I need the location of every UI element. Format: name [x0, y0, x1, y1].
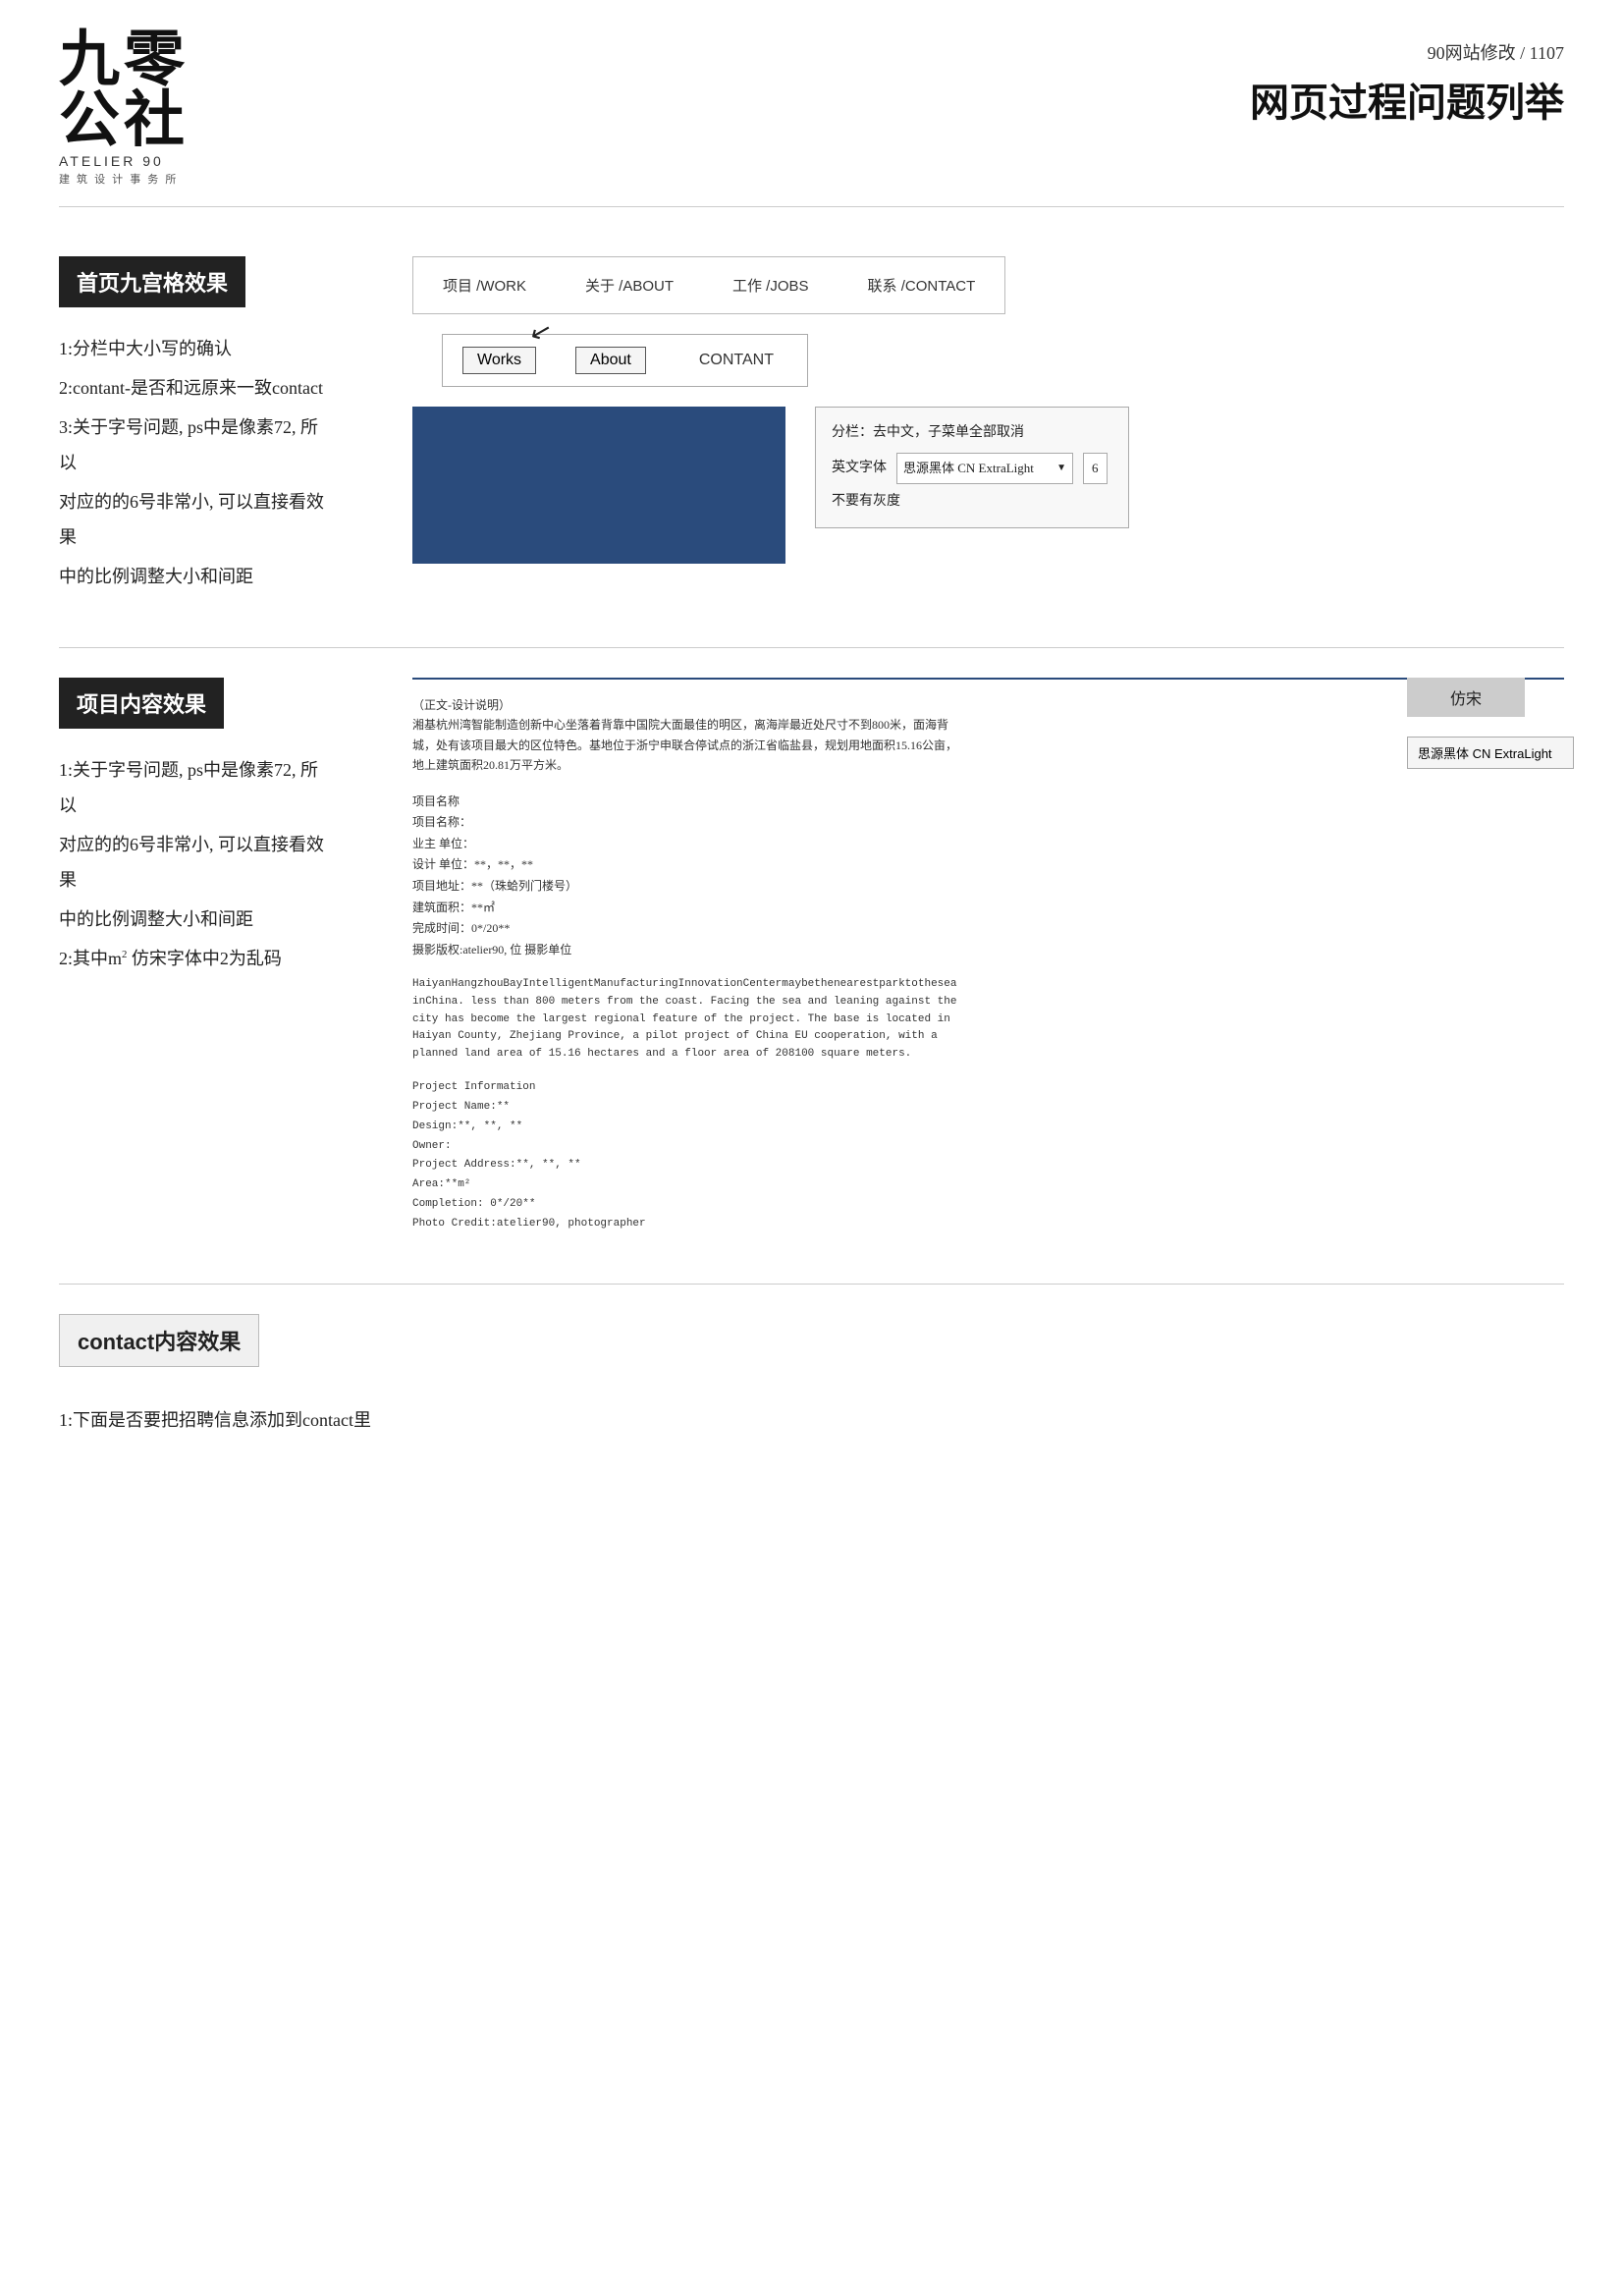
- section1-label-area: 首页九宫格效果 1:分栏中大小写的确认 2:contant-是否和远原来一致co…: [59, 256, 334, 598]
- section2-label-box: 项目内容效果: [59, 678, 224, 729]
- logo-line2: 公社: [59, 90, 189, 151]
- note1-1: 1:分栏中大小写的确认: [59, 331, 334, 366]
- annotation-box: 分栏：去中文，子菜单全部取消 英文字体 思源黑体 CN ExtraLight ▼…: [815, 407, 1129, 528]
- nav-item-contact: 联系 /CONTACT: [868, 275, 976, 296]
- section3-label-box: contact内容效果: [59, 1314, 259, 1367]
- nav-item-about: 关于 /ABOUT: [585, 275, 674, 296]
- section3-note: 1:下面是否要把招聘信息添加到contact里: [59, 1406, 1564, 1432]
- font-select-box[interactable]: 思源黑体 CN ExtraLight ▼: [896, 453, 1073, 484]
- header-subtitle: 90网站修改 / 1107: [1250, 39, 1564, 65]
- note2-3: 中的比例调整大小和间距: [59, 902, 334, 937]
- blue-rect: [412, 407, 785, 564]
- side-font-label: 思源黑体 CN ExtraLight: [1407, 737, 1574, 769]
- header: 九零 公社 ATELIER 90 建 筑 设 计 事 务 所 90网站修改 / …: [0, 0, 1623, 206]
- annotation-line2: 英文字体: [832, 455, 887, 482]
- section1-notes: 1:分栏中大小写的确认 2:contant-是否和远原来一致contact 3:…: [59, 331, 334, 594]
- section2-notes: 1:关于字号问题, ps中是像素72, 所以 对应的的6号非常小, 可以直接看效…: [59, 752, 334, 976]
- header-right: 90网站修改 / 1107 网页过程问题列举: [1250, 29, 1564, 128]
- section3-wrapper: contact内容效果 1:下面是否要把招聘信息添加到contact里: [0, 1285, 1623, 1491]
- section2-content: （正文-设计说明） 湘基杭州湾智能制造创新中心坐落着背靠中国院大面最佳的明区，离…: [412, 678, 1564, 1234]
- note1-3: 3:关于字号问题, ps中是像素72, 所以: [59, 410, 334, 480]
- mockup-row: 分栏：去中文，子菜单全部取消 英文字体 思源黑体 CN ExtraLight ▼…: [412, 407, 1564, 564]
- project-cn-text: （正文-设计说明） 湘基杭州湾智能制造创新中心坐落着背靠中国院大面最佳的明区，离…: [412, 695, 962, 776]
- font-size-box[interactable]: 6: [1083, 453, 1108, 484]
- note2-2: 对应的的6号非常小, 可以直接看效果: [59, 827, 334, 898]
- nav-active-container: ↙ Works About CONTANT: [442, 334, 1564, 387]
- annotation-font-row: 英文字体 思源黑体 CN ExtraLight ▼ 6: [832, 453, 1112, 484]
- annotation-line1: 分栏：去中文，子菜单全部取消: [832, 419, 1112, 447]
- section1-wrapper: 首页九宫格效果 1:分栏中大小写的确认 2:contant-是否和远原来一致co…: [0, 207, 1623, 647]
- logo-chinese: 九零 公社: [59, 29, 189, 151]
- project-cn-info: 项目名称 项目名称： 业主 单位： 设计 单位：**，**，** 项目地址：**…: [412, 792, 1564, 961]
- nav-btn-about[interactable]: About: [575, 347, 646, 374]
- project-en-text: HaiyanHangzhouBayIntelligentManufacturin…: [412, 976, 962, 1063]
- project-top-line: [412, 678, 1564, 680]
- right-side-panel: 仿宋 思源黑体 CN ExtraLight: [1407, 678, 1574, 769]
- side-label-fangsu: 仿宋: [1407, 678, 1525, 717]
- note2-1: 1:关于字号问题, ps中是像素72, 所以: [59, 752, 334, 823]
- nav-item-work: 项目 /WORK: [443, 275, 526, 296]
- logo-subtitle: 建 筑 设 计 事 务 所: [59, 171, 178, 187]
- logo-line1: 九零: [59, 29, 189, 90]
- nav-buttons-row: Works About CONTANT: [442, 334, 808, 387]
- nav-mockup: 项目 /WORK 关于 /ABOUT 工作 /JOBS 联系 /CONTACT: [412, 256, 1005, 314]
- note1-2: 2:contant-是否和远原来一致contact: [59, 370, 334, 406]
- project-en-info: Project Information Project Name:** Desi…: [412, 1078, 1564, 1233]
- nav-item-jobs: 工作 /JOBS: [732, 275, 809, 296]
- section1-label-box: 首页九宫格效果: [59, 256, 245, 307]
- nav-btn-works[interactable]: Works: [462, 347, 536, 374]
- section2-label-area: 项目内容效果 1:关于字号问题, ps中是像素72, 所以 对应的的6号非常小,…: [59, 678, 334, 1234]
- section1-content: 项目 /WORK 关于 /ABOUT 工作 /JOBS 联系 /CONTACT …: [412, 256, 1564, 598]
- chevron-down-icon: ▼: [1056, 459, 1066, 478]
- header-title: 网页过程问题列举: [1250, 71, 1564, 128]
- note1-5: 中的比例调整大小和间距: [59, 559, 334, 594]
- annotation-line3: 不要有灰度: [832, 488, 1112, 516]
- section2-wrapper: 项目内容效果 1:关于字号问题, ps中是像素72, 所以 对应的的6号非常小,…: [0, 648, 1623, 1284]
- note2-4: 2:其中m2 仿宋字体中2为乱码: [59, 941, 334, 976]
- note1-4: 对应的的6号非常小, 可以直接看效果: [59, 484, 334, 555]
- font-select-label: 思源黑体 CN ExtraLight: [903, 456, 1034, 481]
- logo-block: 九零 公社 ATELIER 90 建 筑 设 计 事 务 所: [59, 29, 189, 187]
- logo-english: ATELIER 90: [59, 153, 164, 169]
- nav-btn-contant: CONTANT: [685, 348, 787, 373]
